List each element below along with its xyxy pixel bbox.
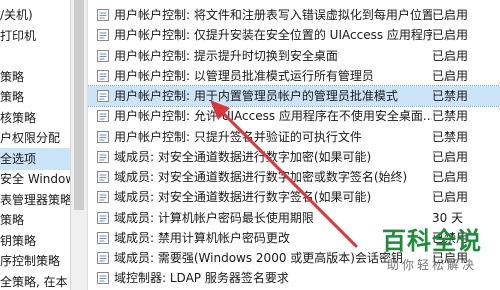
policy-name: 用户帐户控制: 用于内置管理员帐户的管理员批准模式 — [114, 89, 398, 103]
tree-item[interactable]: 策略 — [0, 66, 70, 88]
policy-setting-icon — [96, 190, 110, 204]
policy-name: 域成员: 对安全通道数据进行数字加密或数字签名(始终) — [114, 170, 408, 184]
policy-name: 用户帐户控制: 提示提升时切换到安全桌面 — [114, 48, 338, 63]
tree-item[interactable]: 全策略, 在本 — [0, 271, 70, 290]
policy-row[interactable]: 用户帐户控制: 以管理员批准模式运行所有管理员 已启用 — [88, 66, 500, 86]
tree-item[interactable]: 策略 — [0, 86, 70, 108]
tree-item[interactable] — [0, 45, 70, 67]
tree-item[interactable]: 户权限分配 — [0, 127, 70, 149]
policy-name: 域成员: 对安全通道数据进行数字加密(如果可能) — [114, 149, 372, 164]
tree-item[interactable]: 全选项 — [0, 147, 70, 170]
tree-item[interactable]: 表管理器策略 — [0, 189, 70, 211]
policy-name: 用户帐户控制: 将文件和注册表写入错误虚拟化到每用户位置 — [114, 8, 432, 22]
console-tree: /关机)打印机策略策略核策略户权限分配全选项安全 Windows表管理器策略策略… — [0, 0, 71, 290]
policy-row[interactable]: 用户帐户控制: 将文件和注册表写入错误虚拟化到每用户位置 已启用 — [88, 5, 500, 25]
policy-name: 域成员: 对安全通道数据进行数字签名(如果可能) — [114, 190, 372, 205]
policy-setting-icon — [96, 251, 110, 265]
tree-scrollbar[interactable] — [71, 0, 88, 290]
policy-state: 已启用 — [432, 68, 469, 83]
policy-row[interactable]: 域成员: 对安全通道数据进行数字加密或数字签名(始终) 已启用 — [88, 167, 500, 187]
policy-row[interactable]: 域成员: 计算机帐户密码最长使用期限 30 天 — [88, 208, 500, 228]
policy-name: 用户帐户控制: 只提升签名并验证的可执行文件 — [114, 129, 362, 144]
policy-setting-icon — [96, 271, 110, 285]
tree-item[interactable]: 序控制策略 — [0, 250, 70, 272]
policy-setting-icon — [96, 150, 110, 164]
policy-name: 用户帐户控制: 仅提升安装在安全位置的 UIAccess 应用程序 — [114, 28, 432, 43]
policy-state: 已启用 — [432, 28, 469, 43]
policy-name: 用户帐户控制: 以管理员批准模式运行所有管理员 — [114, 68, 374, 83]
policy-setting-icon — [96, 28, 110, 42]
policy-setting-icon — [96, 170, 110, 184]
tree-item[interactable]: 核策略 — [0, 107, 70, 129]
policy-state: 30 天 — [432, 210, 464, 225]
policy-setting-icon — [96, 69, 110, 83]
policy-setting-icon — [96, 49, 110, 63]
policy-setting-icon — [96, 231, 110, 245]
policy-setting-icon — [96, 211, 110, 225]
policy-name: 域成员: 计算机帐户密码最长使用期限 — [114, 210, 314, 225]
policy-row[interactable]: 用户帐户控制: 允许 UIAccess 应用程序在不使用安全桌面... 已禁用 — [88, 106, 500, 126]
policy-state: 已禁用 — [432, 129, 469, 144]
policy-setting-icon — [96, 130, 110, 144]
policy-row[interactable]: 域成员: 对安全通道数据进行数字加密(如果可能) 已启用 — [88, 147, 500, 167]
tree-item[interactable]: /关机) — [0, 4, 70, 26]
policy-row[interactable]: 用户帐户控制: 用于内置管理员帐户的管理员批准模式 已禁用 — [88, 85, 500, 107]
policy-state: 已启用 — [432, 48, 469, 63]
policy-setting-icon — [96, 89, 110, 103]
policy-row[interactable]: 用户帐户控制: 仅提升安装在安全位置的 UIAccess 应用程序 已启用 — [88, 25, 500, 45]
tree-item[interactable]: 安全 Windows — [0, 168, 70, 190]
policy-state: 已禁用 — [432, 109, 469, 124]
watermark-brand: 百科全说 — [382, 227, 482, 255]
policy-setting-icon — [96, 109, 110, 123]
policy-state: 已启用 — [432, 170, 469, 184]
tree-item[interactable]: 打印机 — [0, 25, 70, 47]
policy-setting-icon — [96, 8, 110, 22]
tree-scrollbar-thumb[interactable] — [74, 0, 84, 210]
policy-state: 已启用 — [432, 8, 469, 22]
policy-row[interactable]: 用户帐户控制: 提示提升时切换到安全桌面 已启用 — [88, 46, 500, 66]
watermark-logo: 百科全说 助你轻松解决 — [372, 226, 492, 282]
tree-item[interactable]: 钥策略 — [0, 230, 70, 252]
policy-row[interactable]: 用户帐户控制: 只提升签名并验证的可执行文件 已禁用 — [88, 127, 500, 147]
policy-name: 用户帐户控制: 允许 UIAccess 应用程序在不使用安全桌面... — [114, 109, 432, 124]
policy-row[interactable]: 域成员: 对安全通道数据进行数字签名(如果可能) 已启用 — [88, 187, 500, 207]
policy-state: 已禁用 — [432, 89, 469, 103]
watermark-tagline: 助你轻松解决 — [386, 258, 477, 272]
policy-state: 已启用 — [432, 190, 469, 205]
tree-item[interactable]: 策略 — [0, 209, 70, 231]
policy-state: 已启用 — [432, 149, 469, 164]
